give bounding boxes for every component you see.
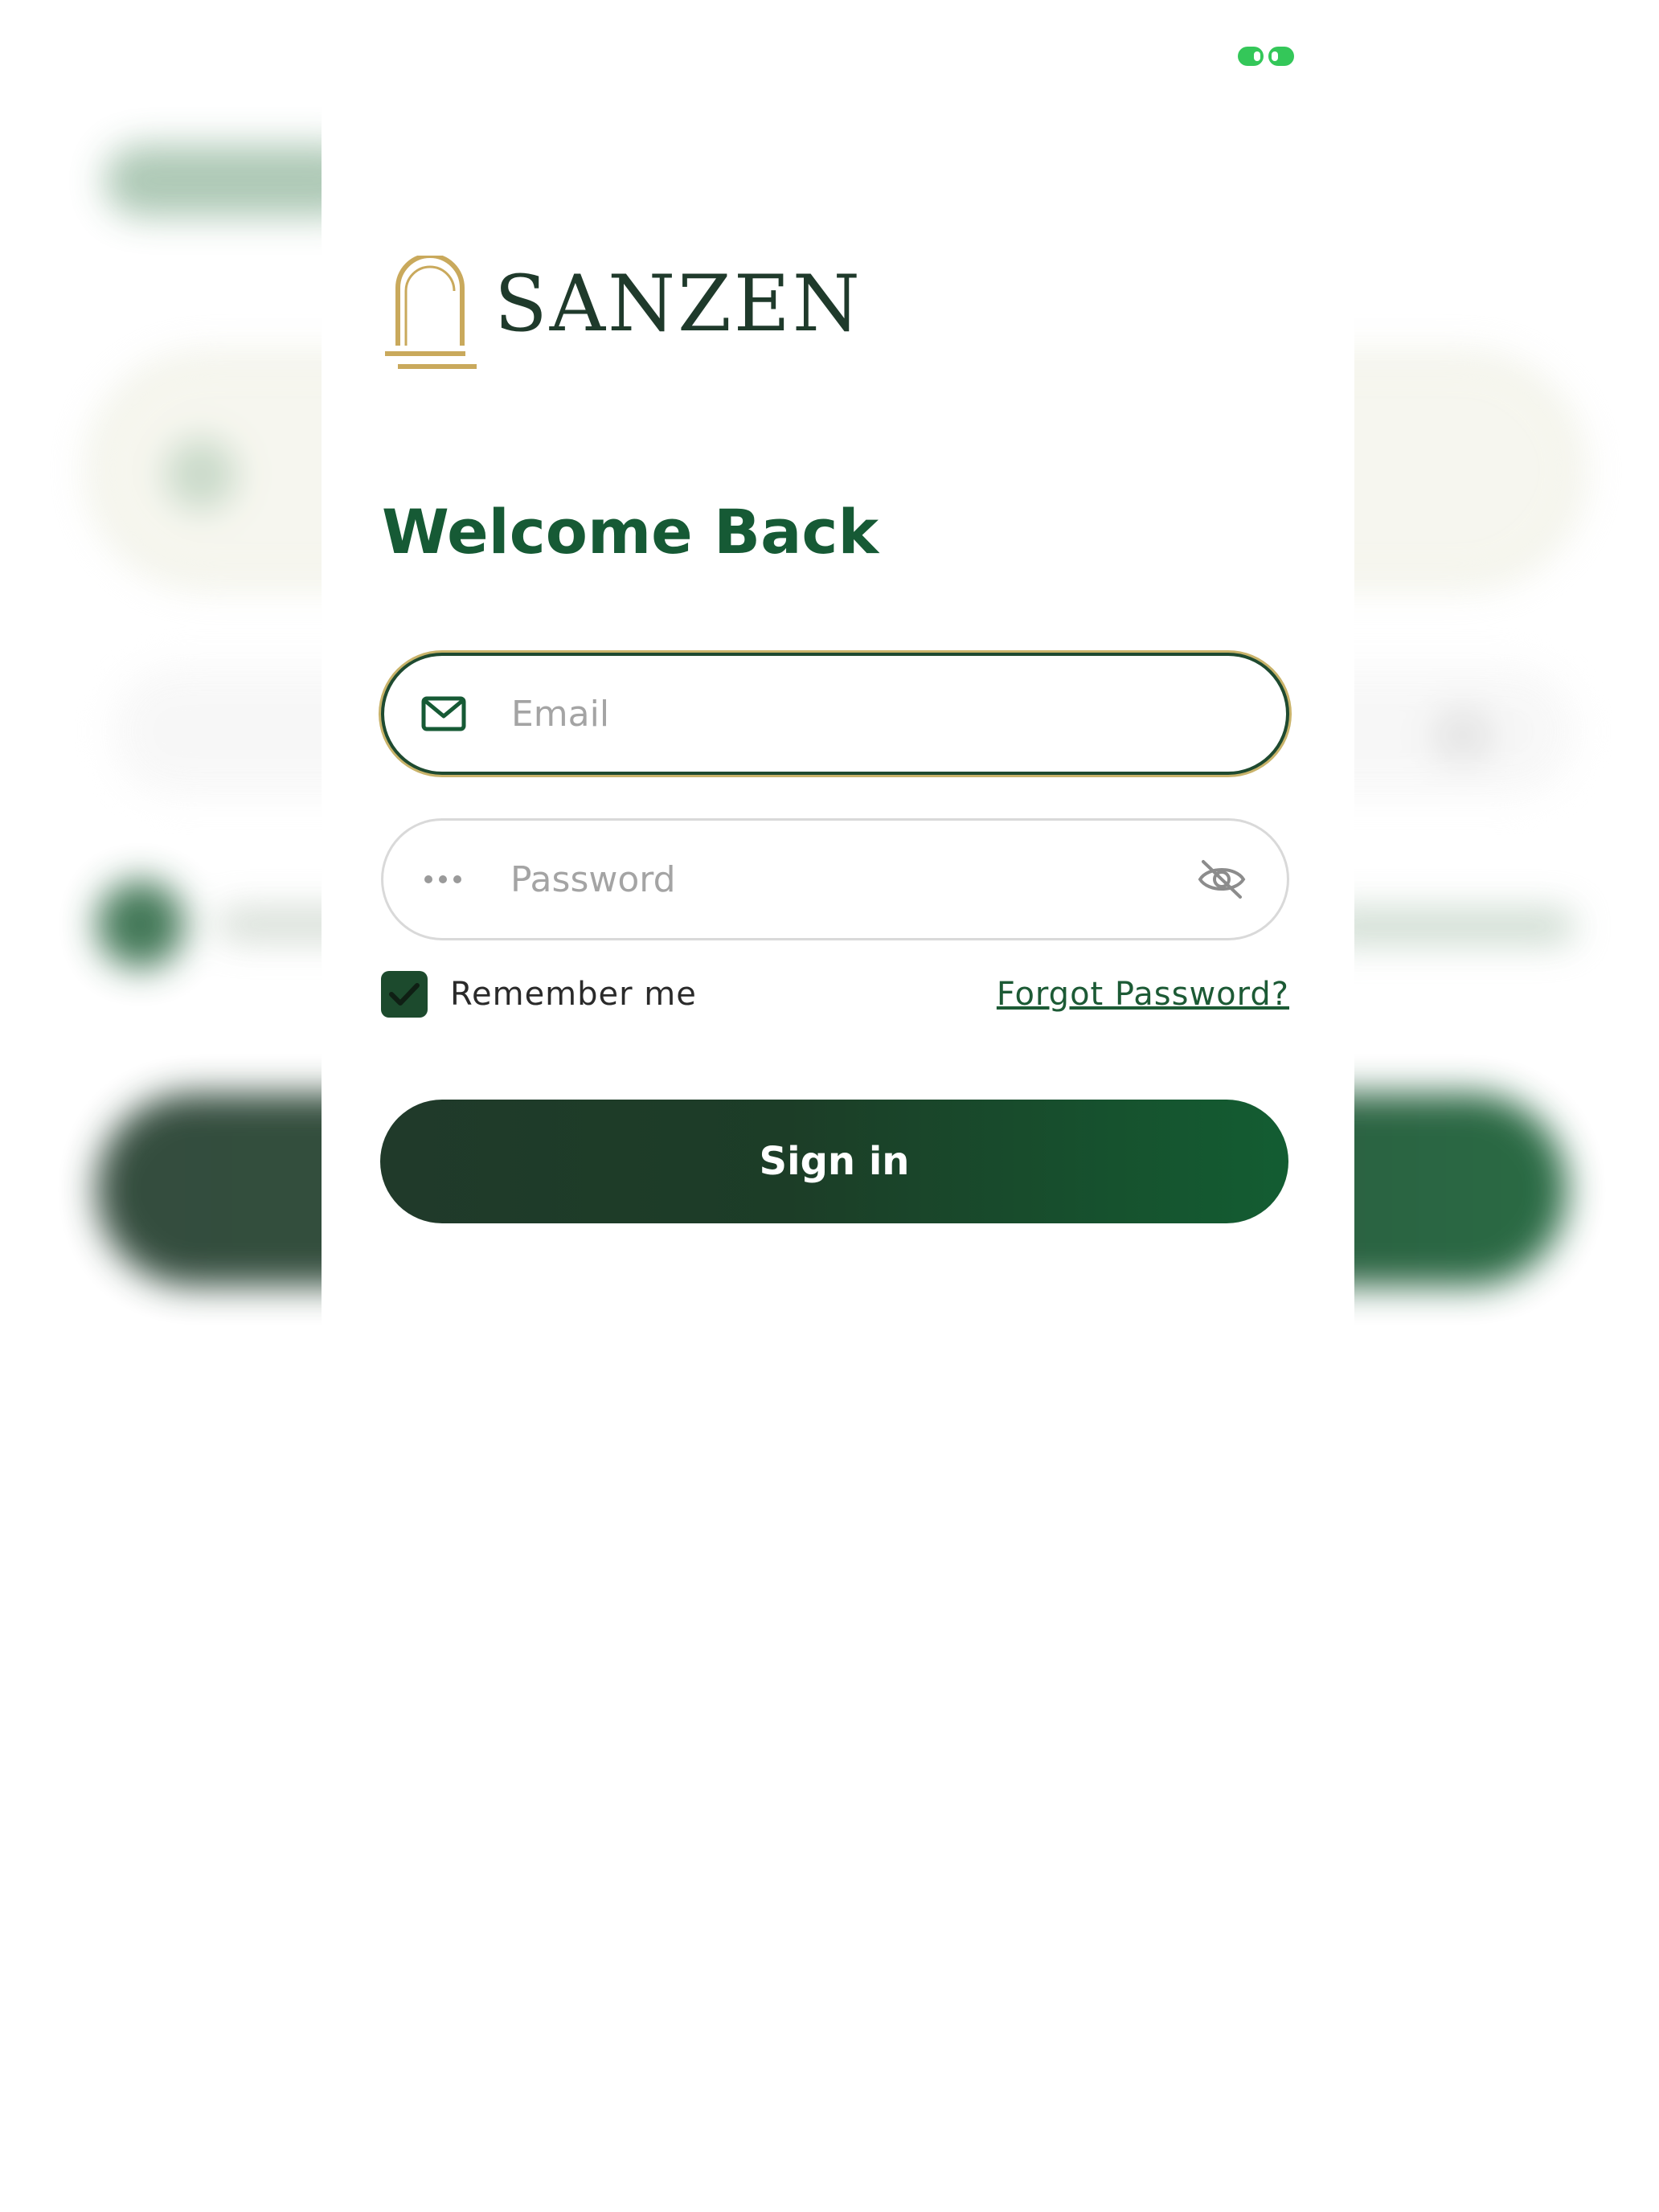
password-input[interactable] <box>509 820 1194 939</box>
checkmark-icon <box>389 983 420 1006</box>
mail-icon <box>420 690 468 738</box>
page-title: Welcome Back <box>382 496 879 567</box>
forgot-password-link[interactable]: Forgot Password? <box>997 976 1289 1013</box>
eye-off-icon[interactable] <box>1194 851 1250 907</box>
email-field[interactable] <box>381 653 1289 775</box>
dots-icon <box>419 855 467 903</box>
remember-me-label[interactable]: Remember me <box>450 976 697 1013</box>
password-field[interactable] <box>381 818 1289 940</box>
arch-logo-icon <box>385 256 477 369</box>
brand-name: SANZEN <box>494 259 862 349</box>
background-row-icon <box>1431 707 1495 764</box>
background-card-icon <box>165 438 237 510</box>
remember-me-checkbox[interactable] <box>381 971 428 1018</box>
background-circle <box>96 880 185 969</box>
loading-indicator-icon <box>1238 47 1294 66</box>
email-input[interactable] <box>510 655 1286 772</box>
brand-logo: SANZEN <box>382 256 860 376</box>
login-options-row: Remember me Forgot Password? <box>381 971 1289 1019</box>
sign-in-button[interactable]: Sign in <box>380 1100 1288 1223</box>
background-text-line <box>1318 908 1575 944</box>
